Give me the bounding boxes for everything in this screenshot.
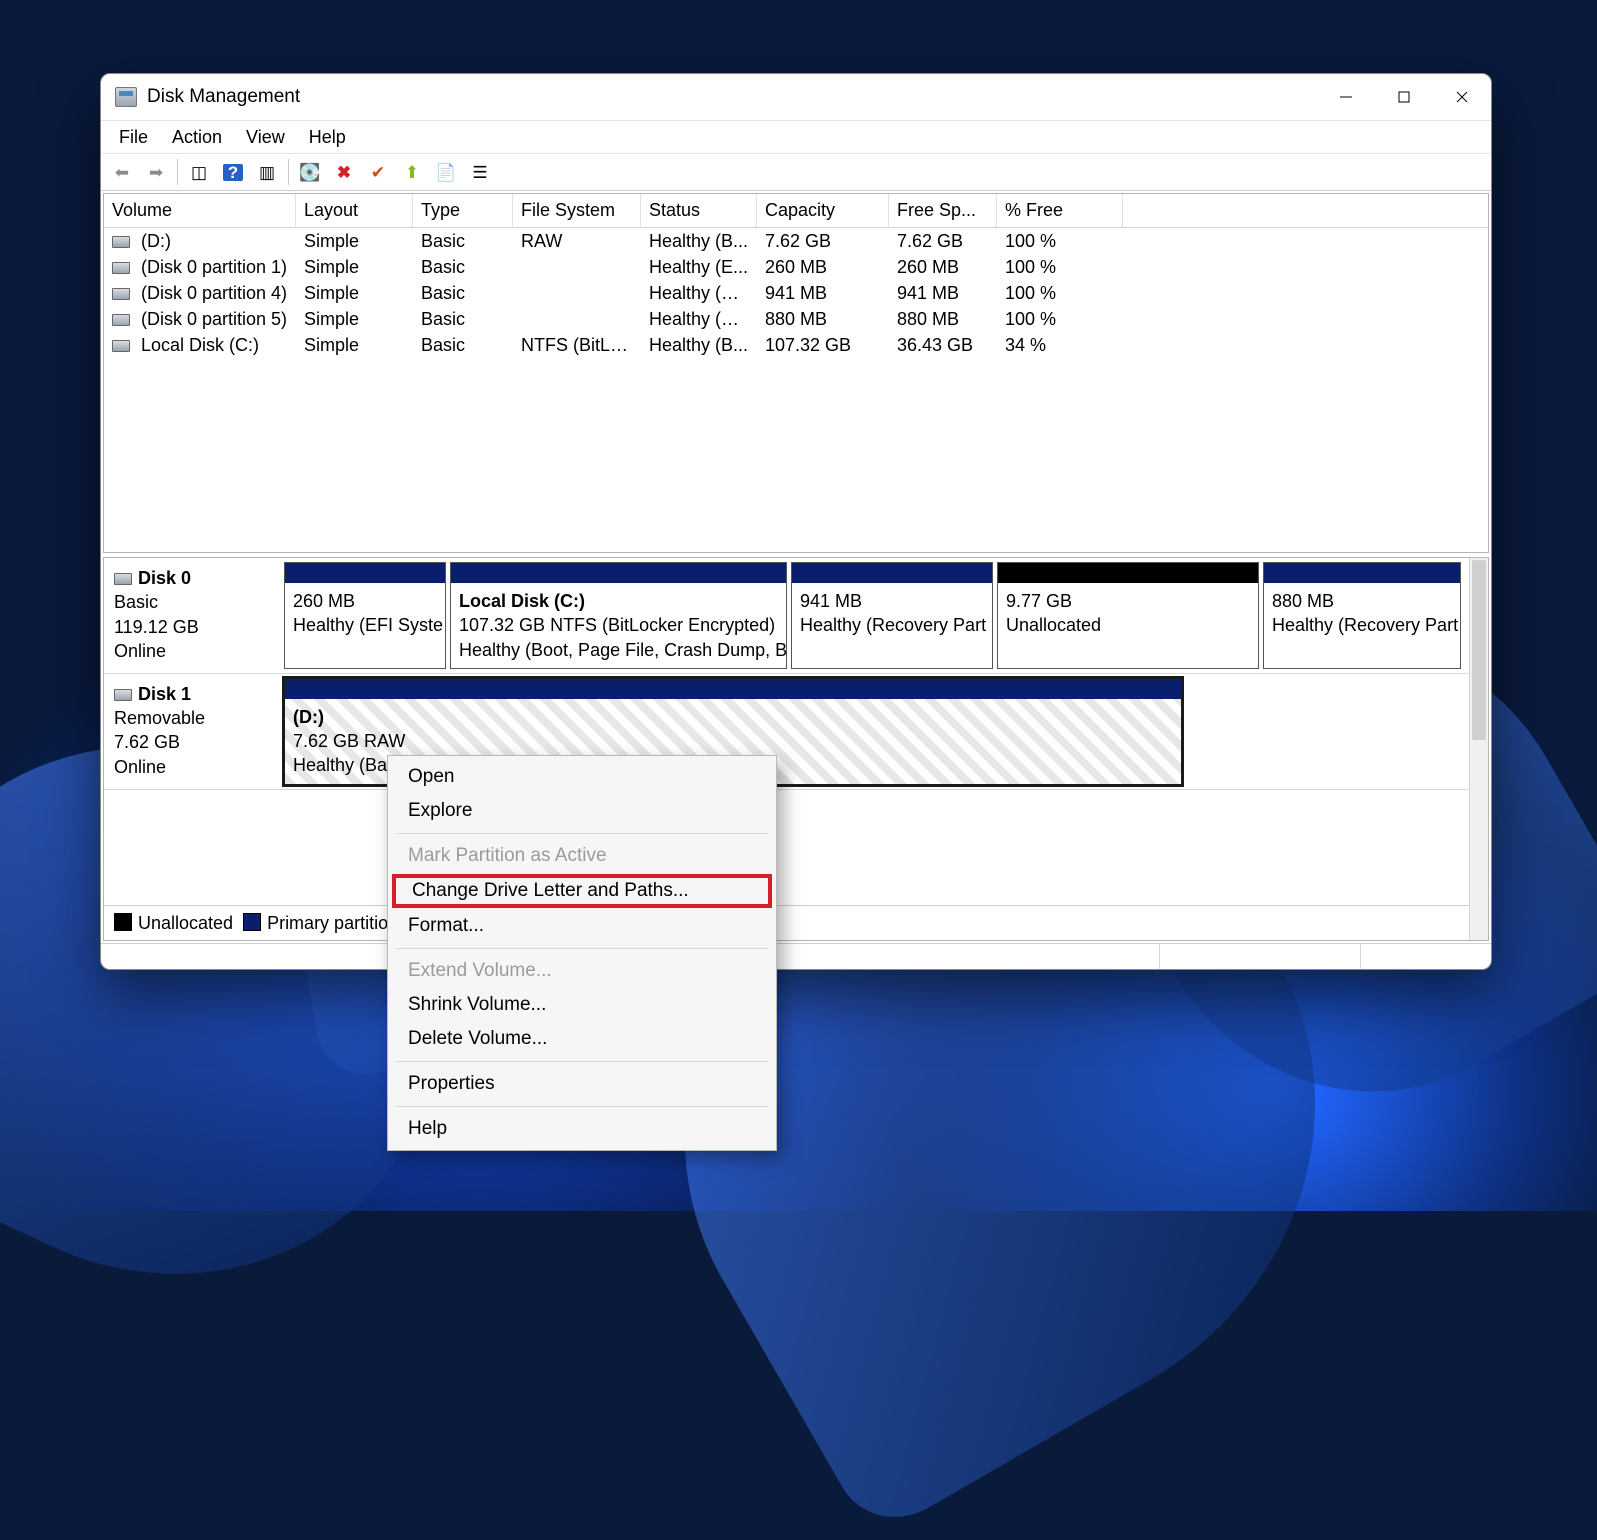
partition-context-menu: OpenExplore Mark Partition as ActiveChang… — [387, 755, 777, 1151]
partition-stripe — [451, 563, 786, 583]
disk-icon — [114, 573, 132, 585]
partition-block[interactable]: 880 MBHealthy (Recovery Part — [1263, 562, 1461, 669]
action-button[interactable]: 📄 — [431, 157, 461, 187]
new-icon: ⬆ — [405, 164, 419, 181]
col-status[interactable]: Status — [641, 194, 757, 227]
menu-separator — [396, 948, 768, 949]
col-capacity[interactable]: Capacity — [757, 194, 889, 227]
rescan-disks-button[interactable]: 💽 — [295, 157, 325, 187]
col-type[interactable]: Type — [413, 194, 513, 227]
partition-stripe — [998, 563, 1258, 583]
disk-icon — [114, 689, 132, 701]
disk-management-window: Disk Management File Action View Help ⬅ … — [100, 73, 1492, 970]
menu-separator — [396, 833, 768, 834]
partition-block[interactable]: 941 MBHealthy (Recovery Part — [791, 562, 993, 669]
help-button[interactable]: ? — [218, 157, 248, 187]
partition-block[interactable]: 9.77 GBUnallocated — [997, 562, 1259, 669]
menu-file[interactable]: File — [107, 125, 160, 150]
volume-row[interactable]: (Disk 0 partition 5)SimpleBasicHealthy (… — [104, 306, 1488, 332]
delete-button[interactable]: ✖ — [329, 157, 359, 187]
partition-stripe — [285, 679, 1181, 699]
view-settings-button[interactable]: ▥ — [252, 157, 282, 187]
volume-icon — [112, 340, 130, 352]
legend: Unallocated Primary partition — [104, 905, 1470, 940]
col-volume[interactable]: Volume — [104, 194, 296, 227]
check-icon: ✔ — [371, 164, 385, 181]
disk-scan-icon: 💽 — [299, 164, 320, 181]
app-icon — [115, 87, 137, 107]
titlebar[interactable]: Disk Management — [101, 74, 1491, 121]
toolbar: ⬅ ➡ ◫ ? ▥ 💽 ✖ ✔ ⬆ 📄 ☰ — [101, 154, 1491, 191]
context-menu-item: Extend Volume... — [388, 954, 776, 988]
context-menu-item[interactable]: Format... — [388, 909, 776, 943]
arrow-left-icon: ⬅ — [115, 164, 129, 181]
disk1-label[interactable]: Disk 1 Removable 7.62 GB Online — [104, 674, 282, 789]
arrow-right-icon: ➡ — [149, 164, 163, 181]
col-pctfree[interactable]: % Free — [997, 194, 1123, 227]
partition-stripe — [1264, 563, 1460, 583]
scrollbar-thumb[interactable] — [1472, 560, 1486, 740]
action-panel-icon: 📄 — [435, 164, 456, 181]
close-button[interactable] — [1433, 74, 1491, 120]
legend-unallocated: Unallocated — [114, 913, 233, 934]
col-filesystem[interactable]: File System — [513, 194, 641, 227]
col-layout[interactable]: Layout — [296, 194, 413, 227]
context-menu-item[interactable]: Explore — [388, 794, 776, 828]
help-icon: ? — [223, 164, 243, 181]
partition-block[interactable]: 260 MBHealthy (EFI Syste — [284, 562, 446, 669]
context-menu-item[interactable]: Properties — [388, 1067, 776, 1101]
primary-swatch-icon — [243, 913, 261, 931]
list-settings-button[interactable]: ☰ — [465, 157, 495, 187]
column-headers: Volume Layout Type File System Status Ca… — [104, 194, 1488, 228]
maximize-button[interactable] — [1375, 74, 1433, 120]
volume-icon — [112, 262, 130, 274]
unallocated-swatch-icon — [114, 913, 132, 931]
context-menu-item: Mark Partition as Active — [388, 839, 776, 873]
volume-row[interactable]: (D:)SimpleBasicRAWHealthy (B...7.62 GB7.… — [104, 228, 1488, 254]
back-button[interactable]: ⬅ — [107, 157, 137, 187]
delete-x-icon: ✖ — [337, 164, 351, 181]
volume-icon — [112, 314, 130, 326]
show-hide-console-button[interactable]: ◫ — [184, 157, 214, 187]
properties-button[interactable]: ✔ — [363, 157, 393, 187]
menu-help[interactable]: Help — [297, 125, 358, 150]
partition-stripe — [285, 563, 445, 583]
disk0-label[interactable]: Disk 0 Basic 119.12 GB Online — [104, 558, 282, 673]
volume-icon — [112, 236, 130, 248]
disk-row-1: Disk 1 Removable 7.62 GB Online (D:)7.62… — [104, 674, 1488, 790]
menu-view[interactable]: View — [234, 125, 297, 150]
context-menu-item[interactable]: Open — [388, 760, 776, 794]
legend-primary: Primary partition — [243, 913, 398, 934]
settings-panel-icon: ▥ — [259, 164, 275, 181]
list-icon: ☰ — [472, 164, 487, 181]
volume-icon — [112, 288, 130, 300]
menubar: File Action View Help — [101, 121, 1491, 154]
disk-row-0: Disk 0 Basic 119.12 GB Online 260 MBHeal… — [104, 558, 1488, 674]
col-free[interactable]: Free Sp... — [889, 194, 997, 227]
volume-row[interactable]: (Disk 0 partition 4)SimpleBasicHealthy (… — [104, 280, 1488, 306]
panel-icon: ◫ — [191, 164, 207, 181]
volume-row[interactable]: (Disk 0 partition 1)SimpleBasicHealthy (… — [104, 254, 1488, 280]
partition-block[interactable]: Local Disk (C:)107.32 GB NTFS (BitLocker… — [450, 562, 787, 669]
menu-action[interactable]: Action — [160, 125, 234, 150]
partition-stripe — [792, 563, 992, 583]
forward-button[interactable]: ➡ — [141, 157, 171, 187]
context-menu-item[interactable]: Change Drive Letter and Paths... — [392, 874, 772, 908]
menu-separator — [396, 1106, 768, 1107]
context-menu-item[interactable]: Help — [388, 1112, 776, 1146]
volume-list[interactable]: Volume Layout Type File System Status Ca… — [103, 193, 1489, 553]
menu-separator — [396, 1061, 768, 1062]
window-title: Disk Management — [147, 86, 300, 108]
new-volume-button[interactable]: ⬆ — [397, 157, 427, 187]
context-menu-item[interactable]: Shrink Volume... — [388, 988, 776, 1022]
vertical-scrollbar[interactable] — [1469, 558, 1488, 940]
disk-graphical-view: Disk 0 Basic 119.12 GB Online 260 MBHeal… — [103, 557, 1489, 941]
minimize-button[interactable] — [1317, 74, 1375, 120]
volume-row[interactable]: Local Disk (C:)SimpleBasicNTFS (BitLo...… — [104, 332, 1488, 358]
context-menu-item[interactable]: Delete Volume... — [388, 1022, 776, 1056]
statusbar — [101, 943, 1491, 969]
